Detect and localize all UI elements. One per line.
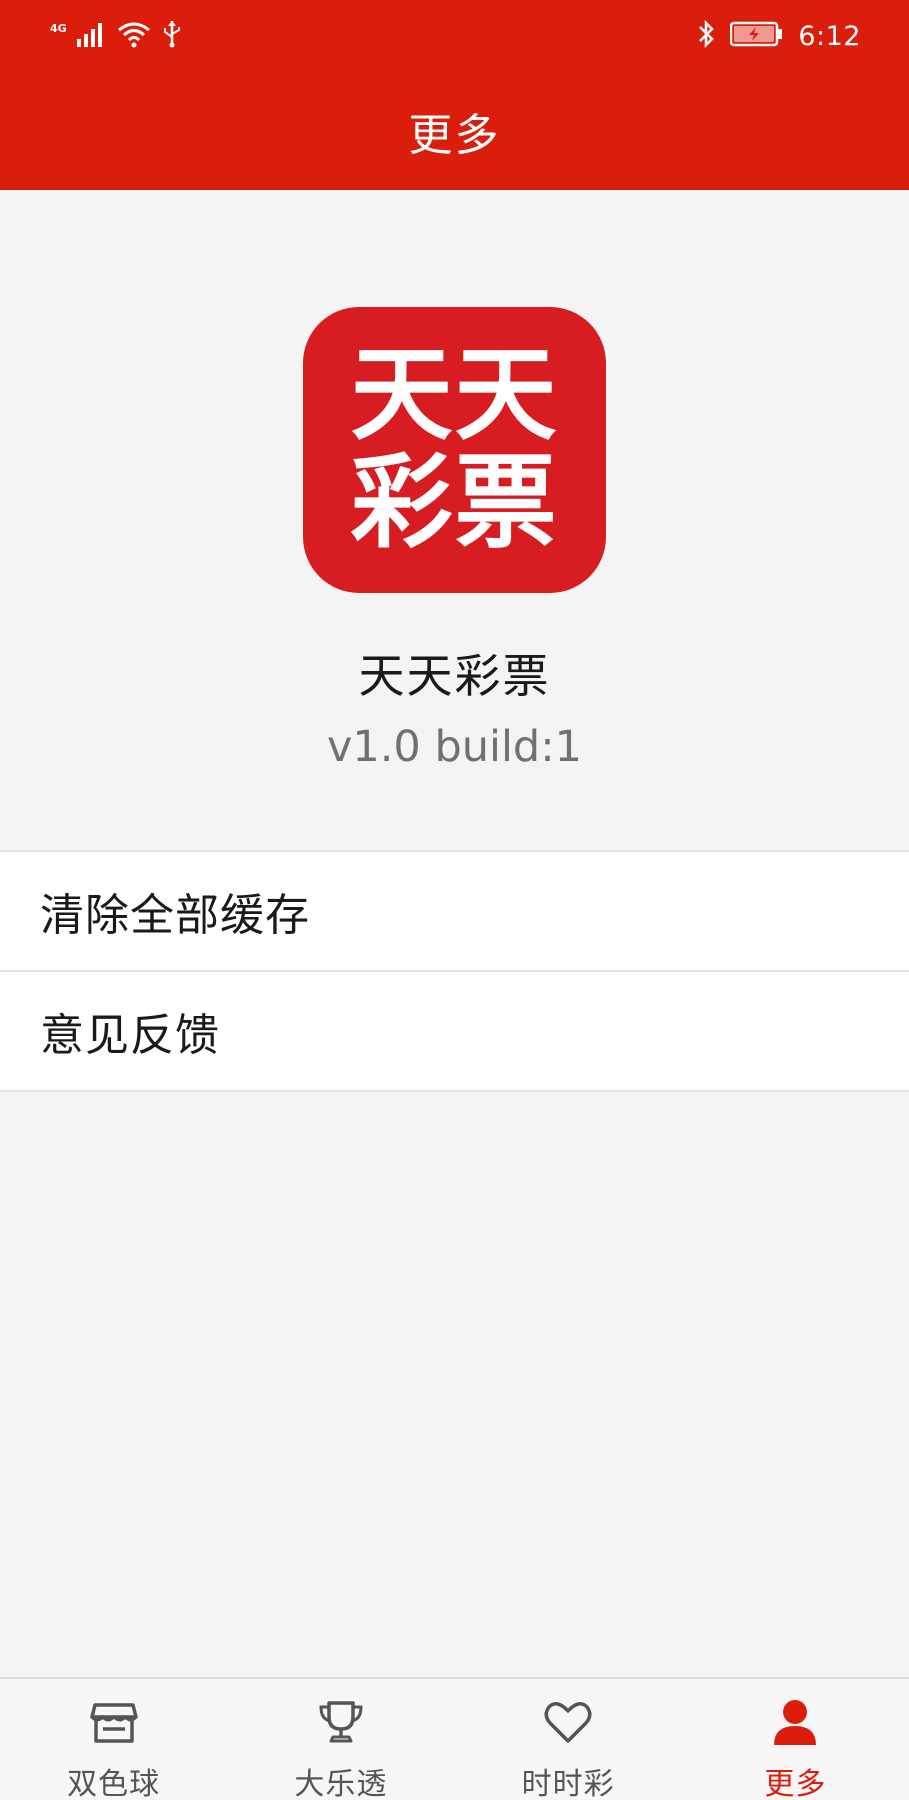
logo-text-line2: 彩票 <box>350 444 559 563</box>
app-version: v1.0 build:1 <box>326 722 583 772</box>
app-header: 4G 6:12 更多 <box>0 0 909 190</box>
page-title: 更多 <box>408 110 501 161</box>
status-right: 6:12 <box>696 18 861 54</box>
tab-more[interactable]: 更多 <box>682 1679 909 1800</box>
status-left: 4G <box>50 18 183 54</box>
tab-label: 时时彩 <box>521 1767 615 1800</box>
heart-icon <box>541 1695 595 1749</box>
tab-label: 双色球 <box>67 1767 161 1800</box>
network-type: 4G <box>50 21 67 35</box>
clear-cache-item[interactable]: 清除全部缓存 <box>0 852 909 972</box>
store-icon <box>87 1695 141 1749</box>
trophy-icon <box>314 1695 368 1749</box>
app-logo: 天天 彩票 <box>303 307 606 593</box>
user-icon <box>768 1695 822 1749</box>
tab-shuangseqiu[interactable]: 双色球 <box>0 1679 227 1800</box>
status-bar: 4G 6:12 <box>0 0 909 72</box>
tab-label: 大乐透 <box>294 1767 388 1800</box>
battery-icon <box>730 21 784 51</box>
logo-text-line1: 天天 <box>350 336 559 455</box>
usb-icon <box>161 19 183 53</box>
app-name: 天天彩票 <box>358 649 551 703</box>
signal-icon <box>76 21 107 51</box>
bluetooth-icon <box>696 19 716 53</box>
status-time: 6:12 <box>798 20 861 52</box>
bottom-tab-bar: 双色球 大乐透 时时彩 更多 <box>0 1677 909 1800</box>
settings-list: 清除全部缓存 意见反馈 <box>0 850 909 1092</box>
tab-label: 更多 <box>764 1767 827 1800</box>
tab-daletou[interactable]: 大乐透 <box>227 1679 454 1800</box>
tab-shishicai[interactable]: 时时彩 <box>455 1679 682 1800</box>
feedback-item[interactable]: 意见反馈 <box>0 972 909 1092</box>
wifi-icon <box>117 20 151 52</box>
screen: 4G 6:12 更多 天天 彩票 天天彩票 v1.0 build:1 清除全部缓… <box>0 0 909 1800</box>
